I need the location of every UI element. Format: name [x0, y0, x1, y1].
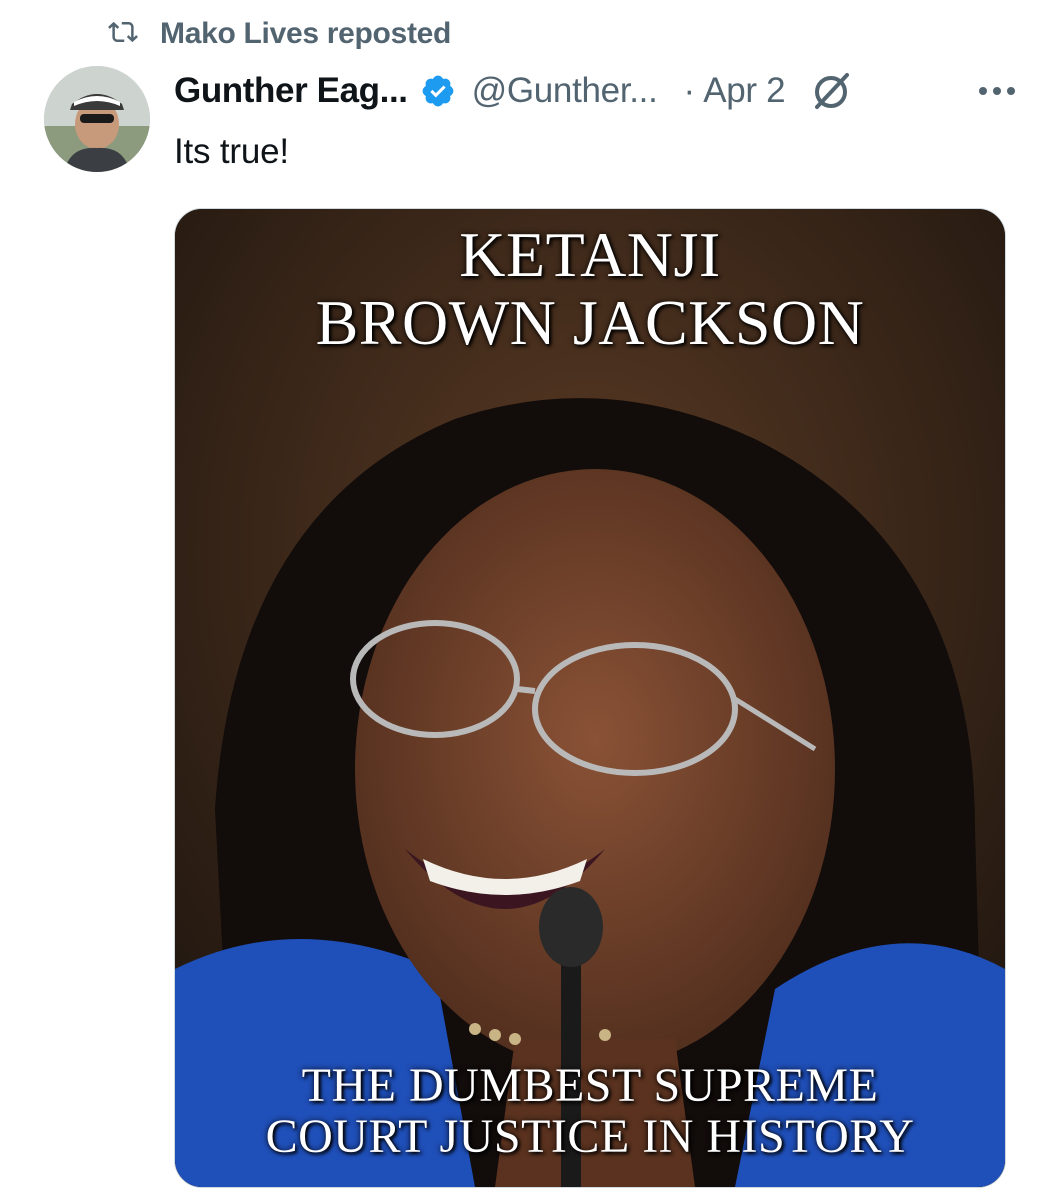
- media-caption-top: KETANJI BROWN JACKSON: [175, 221, 1005, 357]
- grok-icon[interactable]: [809, 69, 853, 113]
- caption-top-line1: KETANJI: [459, 219, 721, 290]
- post-text: Its true!: [174, 132, 289, 171]
- caption-top-line2: BROWN JACKSON: [315, 286, 865, 358]
- post-header: Gunther Eag... @Gunther... · Apr 2: [174, 66, 1014, 116]
- post-media-image[interactable]: KETANJI BROWN JACKSON THE DUMBEST SUPREM…: [174, 208, 1006, 1188]
- avatar[interactable]: [44, 66, 150, 172]
- caption-bottom-line2: COURT JUSTICE IN HISTORY: [265, 1110, 915, 1164]
- repost-context[interactable]: Mako Lives reposted: [106, 14, 451, 54]
- separator-dot: ·: [683, 71, 696, 110]
- post-timestamp[interactable]: Apr 2: [703, 71, 785, 111]
- author-handle[interactable]: @Gunther...: [472, 71, 658, 111]
- repost-icon: [106, 17, 140, 52]
- verified-badge-icon[interactable]: [420, 73, 456, 109]
- author-name[interactable]: Gunther Eag...: [174, 71, 408, 111]
- more-options-icon[interactable]: [973, 76, 1021, 106]
- media-caption-bottom: THE DUMBEST SUPREME COURT JUSTICE IN HIS…: [175, 1059, 1005, 1164]
- repost-label: Mako Lives reposted: [160, 17, 452, 50]
- caption-bottom-line1: THE DUMBEST SUPREME: [301, 1059, 879, 1113]
